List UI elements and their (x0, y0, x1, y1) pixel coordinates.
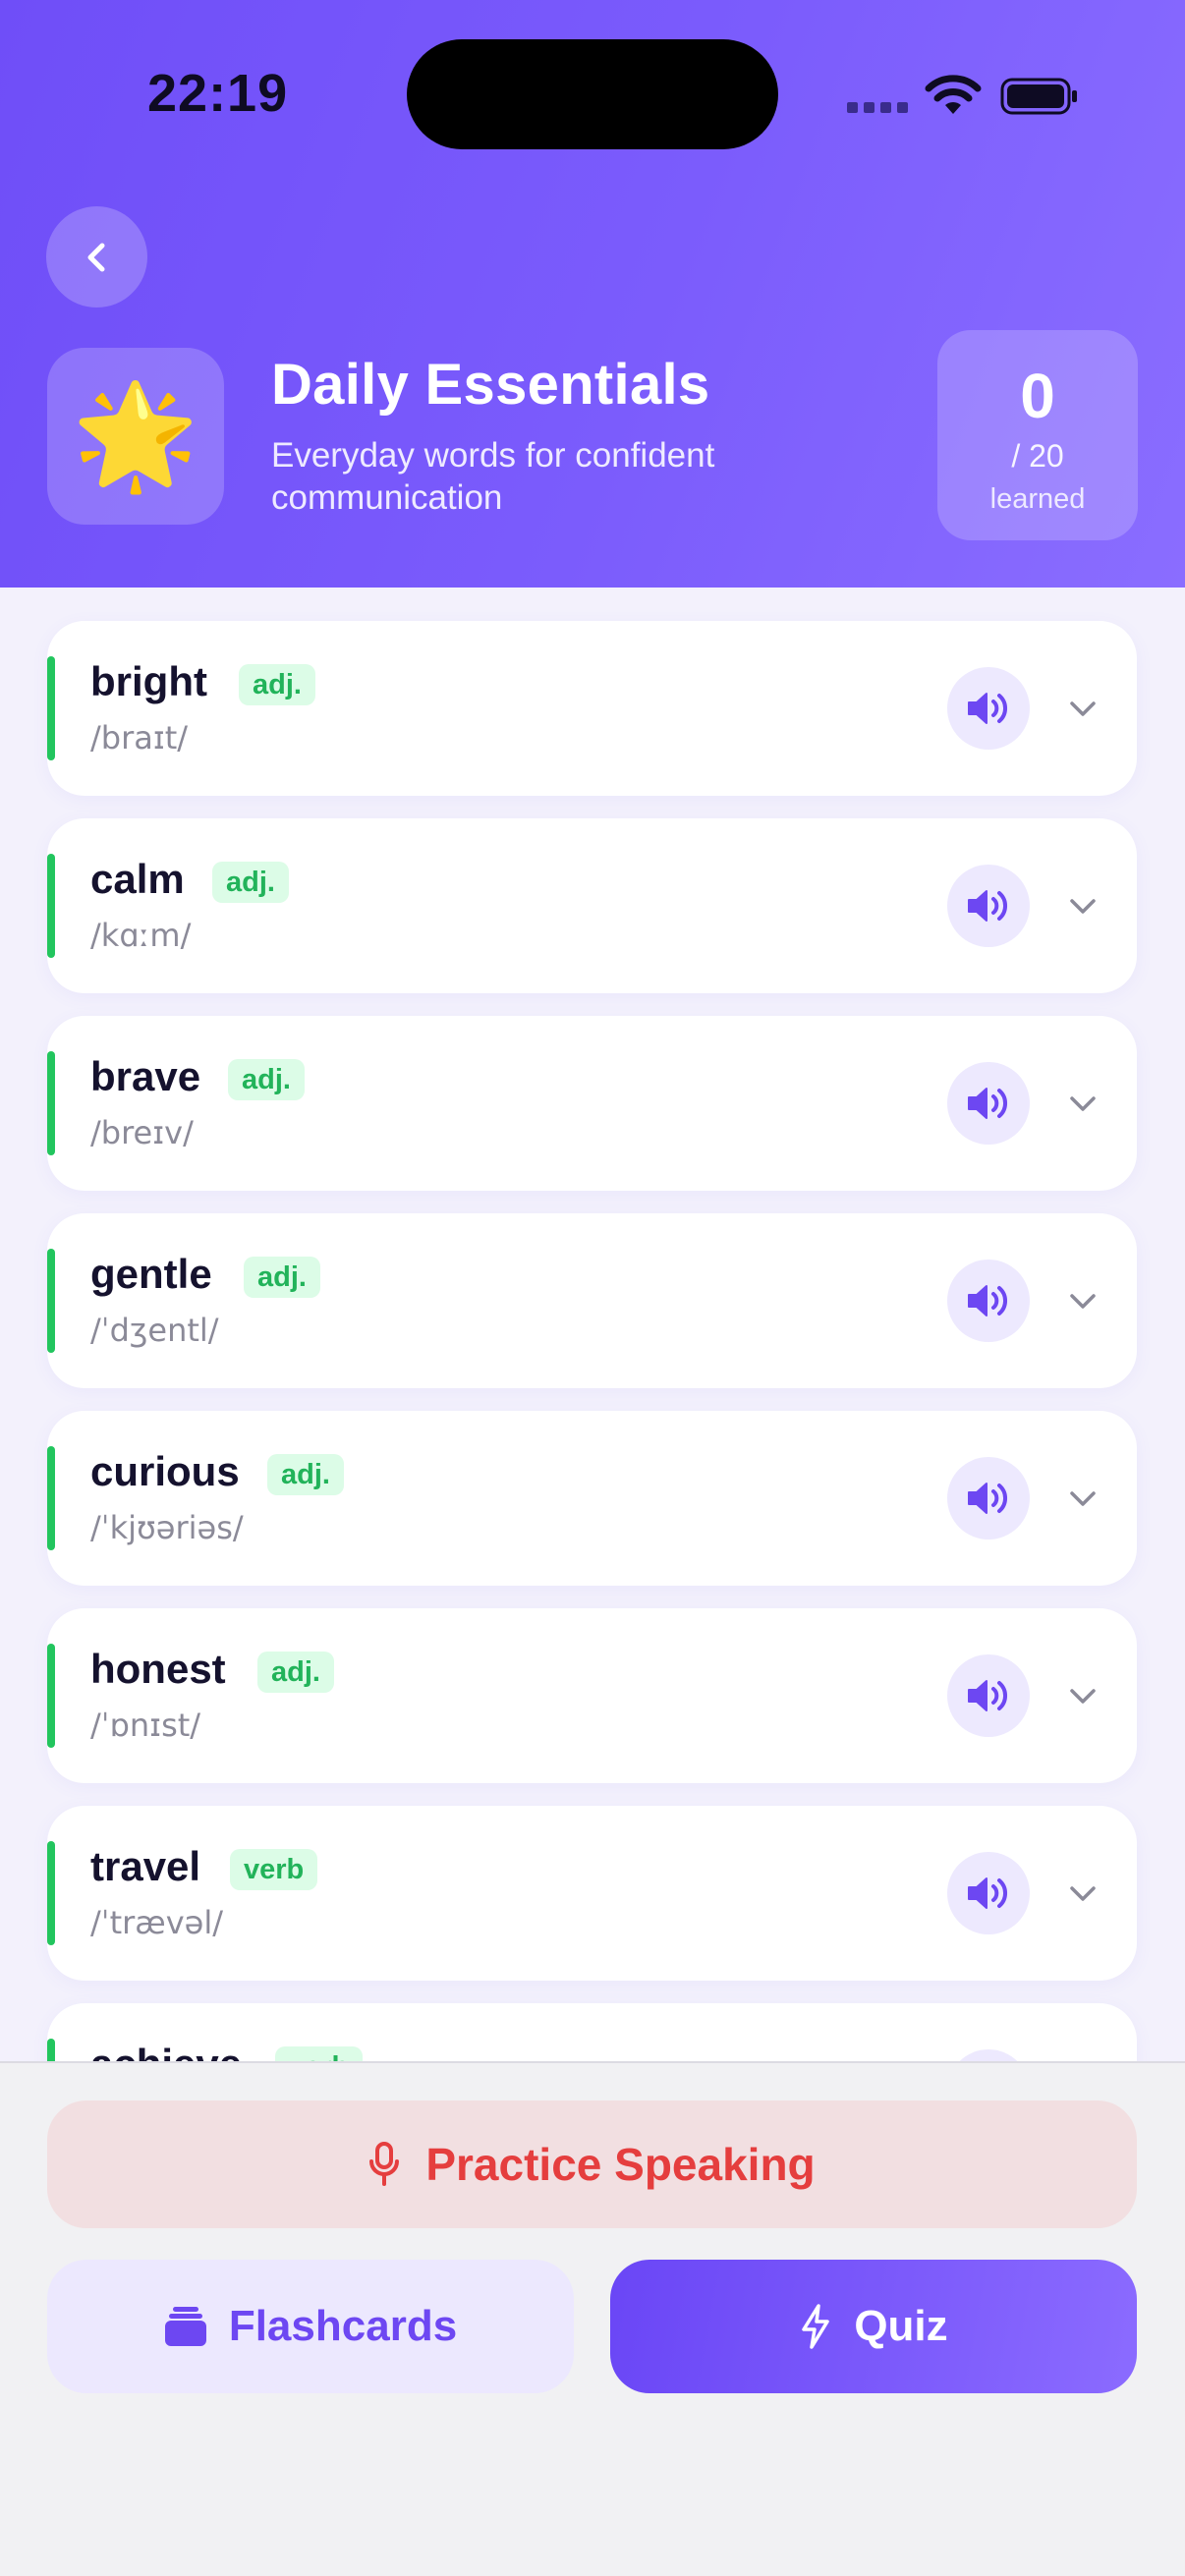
part-of-speech-badge: verb (230, 1849, 318, 1890)
expand-chevron-icon[interactable] (1065, 1284, 1100, 1319)
word-text: honest (90, 1646, 226, 1692)
word-card[interactable]: gentle adj. /ˈdʒentl/ (47, 1213, 1137, 1388)
expand-chevron-icon[interactable] (1065, 1087, 1100, 1122)
practice-speaking-button[interactable]: Practice Speaking (47, 2100, 1137, 2228)
microphone-icon (369, 2142, 400, 2186)
speaker-icon (968, 1680, 1007, 1711)
flashcards-button[interactable]: Flashcards (47, 2260, 574, 2393)
part-of-speech-badge: adj. (257, 1652, 334, 1693)
part-of-speech-badge: verb (275, 2046, 364, 2061)
learned-count: 0 (1020, 361, 1055, 431)
pronounce-button[interactable] (947, 1457, 1030, 1540)
word-card[interactable]: calm adj. /kɑːm/ (47, 818, 1137, 993)
speaker-icon (968, 1285, 1007, 1316)
speaker-icon (968, 1483, 1007, 1514)
deck-header: 22:19 🌟 Daily Essentials Everyday words … (0, 0, 1185, 588)
pronounce-button[interactable] (947, 1260, 1030, 1342)
progress-badge: 0 / 20 learned (937, 330, 1138, 540)
status-stripe (47, 1051, 55, 1155)
word-text: achieve (90, 2041, 242, 2061)
pronounce-button[interactable] (947, 865, 1030, 947)
phonetic-text: /breɪv/ (90, 1114, 194, 1151)
phonetic-text: /ˈdʒentl/ (90, 1312, 219, 1349)
word-list[interactable]: bright adj. /braɪt/ calm adj. /kɑːm/ bra… (0, 588, 1185, 2061)
pronounce-button[interactable] (947, 1852, 1030, 1934)
speaker-icon (968, 1088, 1007, 1119)
total-count: / 20 (1011, 438, 1064, 474)
lightning-icon (802, 2304, 830, 2349)
dynamic-island (407, 39, 778, 149)
speaker-icon (968, 693, 1007, 724)
word-text: curious (90, 1448, 240, 1494)
learned-label: learned (989, 483, 1086, 515)
wifi-icon (925, 75, 982, 114)
phonetic-text: /ˈtrævəl/ (90, 1904, 223, 1941)
status-stripe (47, 1644, 55, 1748)
status-stripe (47, 2039, 55, 2061)
pronounce-button[interactable] (947, 2049, 1030, 2061)
back-button[interactable] (46, 206, 147, 308)
phonetic-text: /ˈɒnɪst/ (90, 1707, 201, 1744)
status-stripe (47, 1446, 55, 1550)
phonetic-text: /ˈkjʊəriəs/ (90, 1509, 244, 1546)
expand-chevron-icon[interactable] (1065, 1876, 1100, 1912)
word-text: brave (90, 1053, 201, 1099)
word-card[interactable]: achieve verb (47, 2003, 1137, 2061)
status-stripe (47, 656, 55, 760)
page-title: Daily Essentials (271, 353, 710, 417)
expand-chevron-icon[interactable] (1065, 692, 1100, 727)
part-of-speech-badge: adj. (239, 664, 315, 705)
word-text: calm (90, 856, 185, 902)
status-stripe (47, 1249, 55, 1353)
word-card[interactable]: travel verb /ˈtrævəl/ (47, 1806, 1137, 1981)
cellular-signal-icon (847, 102, 908, 113)
expand-chevron-icon[interactable] (1065, 889, 1100, 924)
status-stripe (47, 1841, 55, 1945)
part-of-speech-badge: adj. (244, 1257, 320, 1298)
battery-icon (1000, 78, 1077, 115)
vocabulary-screen: 22:19 🌟 Daily Essentials Everyday words … (0, 0, 1185, 2576)
card-stack-icon (164, 2307, 206, 2346)
speaker-icon (968, 1877, 1007, 1909)
word-text: travel (90, 1843, 201, 1889)
part-of-speech-badge: adj. (228, 1059, 305, 1100)
pronounce-button[interactable] (947, 667, 1030, 750)
chevron-left-icon (87, 243, 104, 271)
expand-chevron-icon[interactable] (1065, 1679, 1100, 1714)
flashcards-label: Flashcards (228, 2302, 458, 2350)
page-subtitle: Everyday words for confident communicati… (271, 436, 715, 517)
pronounce-button[interactable] (947, 1062, 1030, 1145)
status-bar: 22:19 (0, 0, 1185, 187)
speaker-icon (968, 890, 1007, 922)
action-bar: Practice Speaking Flashcards Quiz (0, 2061, 1185, 2576)
phonetic-text: /kɑːm/ (90, 917, 192, 954)
status-time: 22:19 (147, 64, 289, 123)
quiz-label: Quiz (854, 2302, 948, 2350)
phonetic-text: /braɪt/ (90, 719, 189, 756)
status-stripe (47, 854, 55, 958)
word-card[interactable]: bright adj. /braɪt/ (47, 621, 1137, 796)
quiz-button[interactable]: Quiz (610, 2260, 1137, 2393)
part-of-speech-badge: adj. (212, 862, 289, 903)
word-text: gentle (90, 1251, 212, 1297)
word-card[interactable]: brave adj. /breɪv/ (47, 1016, 1137, 1191)
word-card[interactable]: curious adj. /ˈkjʊəriəs/ (47, 1411, 1137, 1586)
word-text: bright (90, 658, 207, 704)
part-of-speech-badge: adj. (267, 1454, 344, 1495)
deck-icon: 🌟 (47, 348, 224, 525)
expand-chevron-icon[interactable] (1065, 1482, 1100, 1517)
practice-speaking-label: Practice Speaking (425, 2139, 816, 2190)
pronounce-button[interactable] (947, 1654, 1030, 1737)
word-card[interactable]: honest adj. /ˈɒnɪst/ (47, 1608, 1137, 1783)
